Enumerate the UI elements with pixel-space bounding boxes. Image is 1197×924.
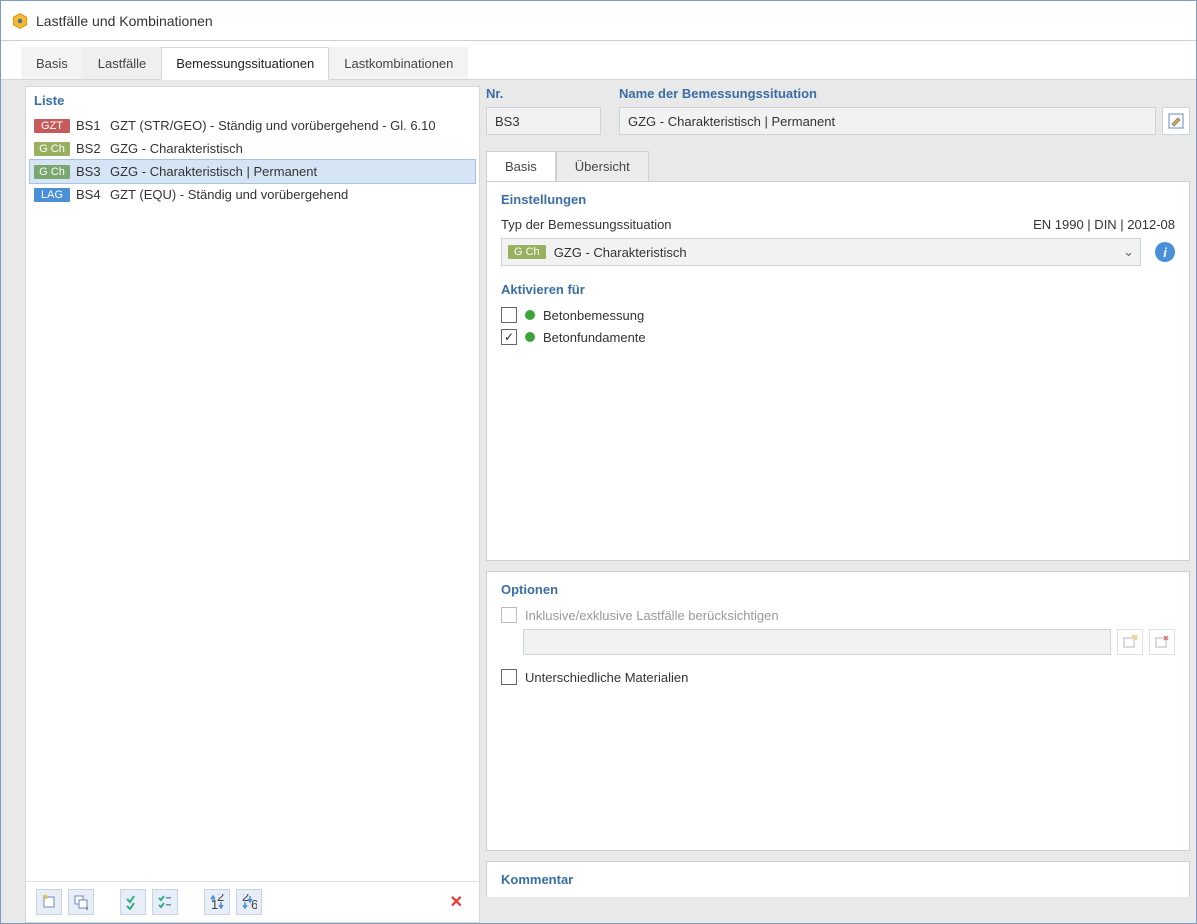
tab-lastkombinationen[interactable]: Lastkombinationen (329, 47, 468, 79)
list-item-label: GZG - Charakteristisch | Permanent (110, 164, 471, 179)
activate-item: Betonfundamente (501, 329, 1175, 345)
section-comment: Kommentar (486, 861, 1190, 897)
status-dot-icon (525, 310, 535, 320)
field-label: Name der Bemessungssituation (619, 86, 1190, 101)
subtab-uebersicht[interactable]: Übersicht (556, 151, 649, 181)
list-item-number: BS4 (76, 187, 104, 202)
left-panel-header: Liste (26, 87, 479, 114)
tab-basis[interactable]: Basis (21, 47, 83, 79)
section-title: Aktivieren für (501, 282, 1175, 297)
list-item[interactable]: LAG BS4 GZT (EQU) - Ständig und vorüberg… (30, 183, 475, 206)
type-label: Typ der Bemessungssituation (501, 217, 672, 232)
activate-item: Betonbemessung (501, 307, 1175, 323)
tag-badge: G Ch (34, 142, 70, 156)
tag-badge: LAG (34, 188, 70, 202)
section-settings: Einstellungen Typ der Bemessungssituatio… (486, 181, 1190, 561)
app-icon (11, 12, 29, 30)
list-item[interactable]: G Ch BS3 GZG - Charakteristisch | Perman… (30, 160, 475, 183)
header-fields: Nr. BS3 Name der Bemessungssituation GZG… (486, 86, 1190, 145)
checkbox[interactable] (501, 607, 517, 623)
checkbox[interactable] (501, 329, 517, 345)
check-list-button[interactable] (152, 889, 178, 915)
window: Lastfälle und Kombinationen Basis Lastfä… (0, 0, 1197, 924)
content: Liste GZT BS1 GZT (STR/GEO) - Ständig un… (1, 80, 1196, 923)
field-label: Nr. (486, 86, 601, 101)
main-tabs: Basis Lastfälle Bemessungssituationen La… (1, 41, 1196, 80)
window-title: Lastfälle und Kombinationen (36, 13, 213, 29)
sections: Einstellungen Typ der Bemessungssituatio… (486, 181, 1190, 923)
exclude-button[interactable] (1149, 629, 1175, 655)
tag-badge: G Ch (508, 245, 546, 259)
situation-list: GZT BS1 GZT (STR/GEO) - Ständig und vorü… (26, 114, 479, 881)
list-item-label: GZT (EQU) - Ständig und vorübergehend (110, 187, 471, 202)
info-button[interactable]: i (1155, 242, 1175, 262)
nr-input[interactable]: BS3 (486, 107, 601, 135)
checkbox-label: Betonbemessung (543, 308, 644, 323)
subtab-basis[interactable]: Basis (486, 151, 556, 182)
right-panel: Nr. BS3 Name der Bemessungssituation GZG… (486, 86, 1190, 923)
section-title: Einstellungen (501, 192, 1175, 207)
checkbox-label: Unterschiedliche Materialien (525, 670, 688, 685)
field-name: Name der Bemessungssituation GZG - Chara… (619, 86, 1190, 135)
tab-bemessungssituationen[interactable]: Bemessungssituationen (161, 47, 329, 80)
list-item-number: BS3 (76, 164, 104, 179)
section-title: Kommentar (501, 872, 1175, 887)
name-input[interactable]: GZG - Charakteristisch | Permanent (619, 107, 1156, 135)
tag-badge: GZT (34, 119, 70, 133)
titlebar: Lastfälle und Kombinationen (1, 1, 1196, 41)
section-title: Optionen (501, 582, 1175, 597)
tag-badge: G Ch (34, 165, 70, 179)
checkbox[interactable] (501, 669, 517, 685)
list-item-label: GZT (STR/GEO) - Ständig und vorübergehen… (110, 118, 471, 133)
norm-label: EN 1990 | DIN | 2012-08 (1033, 217, 1175, 232)
nr-value: BS3 (495, 114, 520, 129)
svg-text:6: 6 (251, 897, 257, 910)
field-nr: Nr. BS3 (486, 86, 601, 135)
svg-text:1: 1 (211, 897, 218, 910)
new-button[interactable] (36, 889, 62, 915)
check-all-button[interactable] (120, 889, 146, 915)
left-toolbar: 21 26 ✕ (26, 881, 479, 922)
list-item[interactable]: G Ch BS2 GZG - Charakteristisch (30, 137, 475, 160)
option-item: Unterschiedliche Materialien (501, 669, 1175, 685)
renumber-b-button[interactable]: 26 (236, 889, 262, 915)
name-value: GZG - Charakteristisch | Permanent (628, 114, 835, 129)
renumber-a-button[interactable]: 21 (204, 889, 230, 915)
tab-lastfaelle[interactable]: Lastfälle (83, 47, 161, 79)
section-options: Optionen Inklusive/exklusive Lastfälle b… (486, 571, 1190, 851)
include-button[interactable] (1117, 629, 1143, 655)
checkbox-label: Betonfundamente (543, 330, 646, 345)
delete-button[interactable]: ✕ (444, 888, 469, 916)
list-item-label: GZG - Charakteristisch (110, 141, 471, 156)
left-panel: Liste GZT BS1 GZT (STR/GEO) - Ständig un… (25, 86, 480, 923)
copy-button[interactable] (68, 889, 94, 915)
checkbox[interactable] (501, 307, 517, 323)
option-item: Inklusive/exklusive Lastfälle berücksich… (501, 607, 1175, 623)
checkbox-label: Inklusive/exklusive Lastfälle berücksich… (525, 608, 779, 623)
inclexcl-input[interactable] (523, 629, 1111, 655)
detail-tabs: Basis Übersicht (486, 145, 1190, 181)
inclexcl-row (523, 629, 1175, 655)
edit-name-button[interactable] (1162, 107, 1190, 135)
dropdown-value: GZG - Charakteristisch (554, 245, 1115, 260)
type-dropdown[interactable]: G Ch GZG - Charakteristisch ⌄ (501, 238, 1141, 266)
chevron-down-icon: ⌄ (1123, 244, 1134, 260)
list-item[interactable]: GZT BS1 GZT (STR/GEO) - Ständig und vorü… (30, 114, 475, 137)
list-item-number: BS2 (76, 141, 104, 156)
status-dot-icon (525, 332, 535, 342)
list-item-number: BS1 (76, 118, 104, 133)
